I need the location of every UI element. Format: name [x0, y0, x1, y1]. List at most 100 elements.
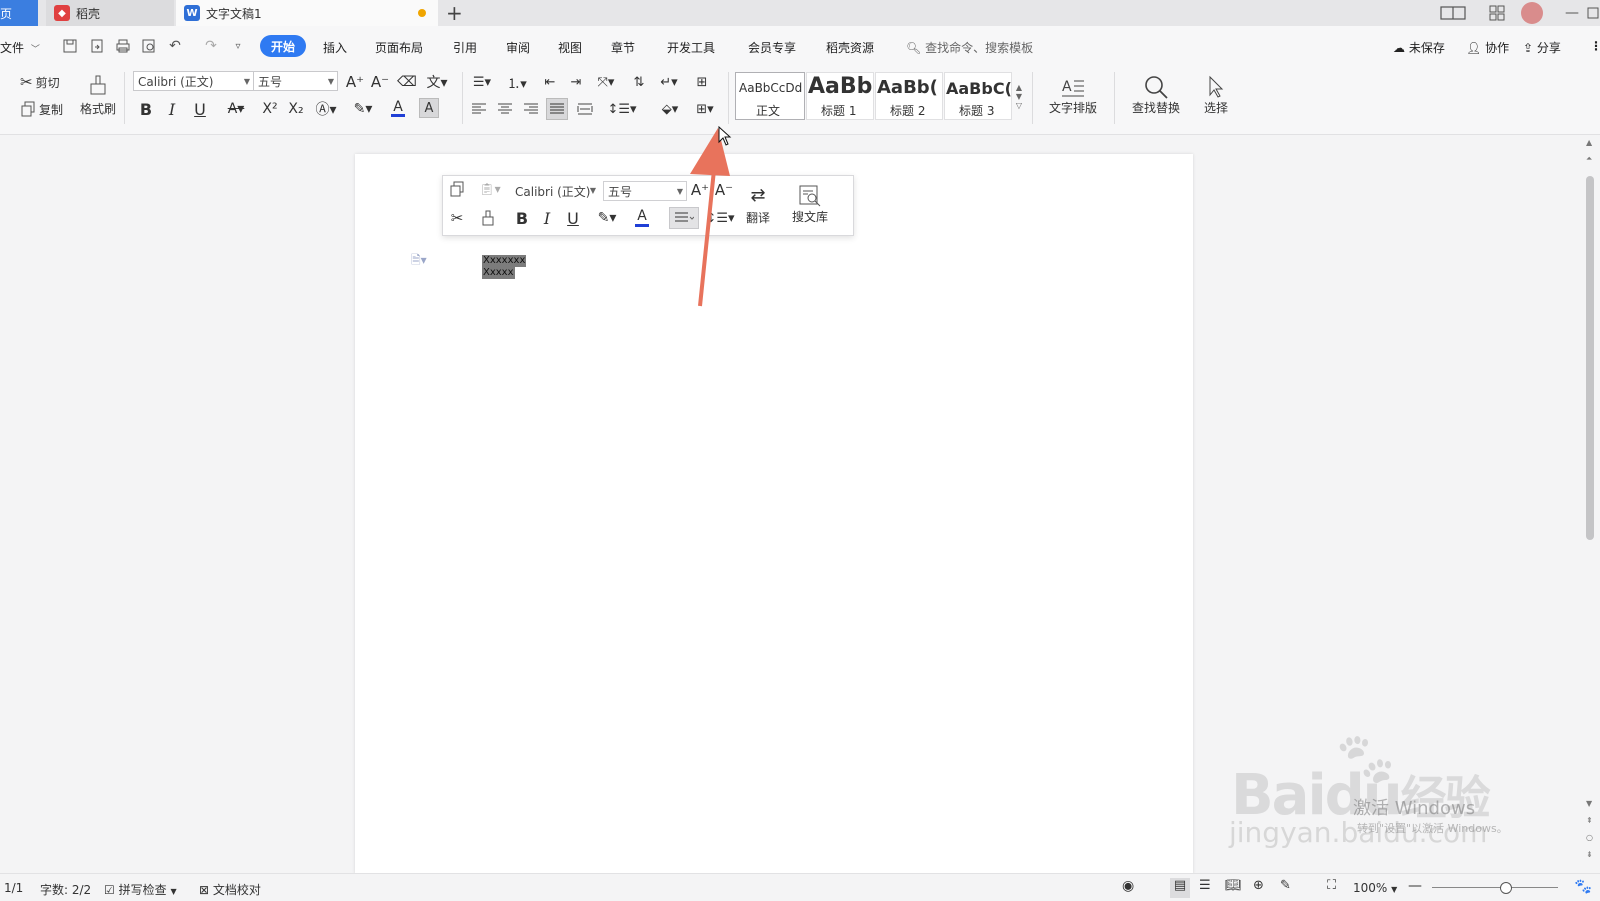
selected-text-line-2[interactable]: Xxxxx	[482, 267, 515, 279]
window-layout-button[interactable]	[1440, 4, 1466, 22]
superscript-button[interactable]: X²	[259, 99, 281, 119]
paste-button[interactable]: 📋︎▾	[475, 179, 505, 199]
tab-insert[interactable]: 插入	[323, 39, 347, 56]
italic-button[interactable]: I	[163, 99, 181, 119]
write-mode-button[interactable]: ✎	[1280, 878, 1291, 893]
cut-button[interactable]: ✂ 剪切	[20, 72, 70, 92]
format-painter-button[interactable]	[478, 207, 498, 229]
page-nav-buttons[interactable]: ▼ ⇞ ○ ⇟	[1586, 795, 1593, 863]
font-color-button[interactable]: A	[384, 97, 412, 119]
page-view-button[interactable]: ▤	[1170, 878, 1190, 898]
reading-view-button[interactable]: 📖︎	[1225, 878, 1242, 893]
bold-button[interactable]: B	[137, 99, 155, 119]
maximize-button[interactable]	[1586, 4, 1600, 22]
text-effect-button[interactable]: Ⓐ▾	[313, 99, 339, 119]
tab-chapter[interactable]: 章节	[611, 39, 635, 56]
floatbar-font-size-select[interactable]: 五号 ▼	[603, 181, 687, 201]
style-heading-1[interactable]: AaBb 标题 1	[806, 72, 874, 120]
text-layout-button[interactable]: A 文字排版	[1041, 70, 1105, 120]
tab-member[interactable]: 会员专享	[748, 39, 796, 56]
floatbar-bold-button[interactable]: B	[513, 207, 531, 229]
clear-format-button[interactable]: ⌫	[397, 72, 417, 92]
new-tab-button[interactable]: +	[446, 1, 463, 25]
doc-proof-button[interactable]: ⊠ 文档校对	[199, 881, 261, 898]
tab-daoke-resources[interactable]: 稻壳资源	[826, 39, 874, 56]
increase-indent-button[interactable]: ⇥	[566, 72, 586, 92]
print-button[interactable]	[114, 37, 132, 55]
minimize-button[interactable]: —	[1562, 4, 1582, 22]
export-pdf-button[interactable]	[88, 37, 106, 55]
scroll-top-icon[interactable]: ⏶	[1586, 154, 1592, 164]
show-marks-button[interactable]: ↵▾	[655, 72, 683, 92]
tab-daoke[interactable]: ◆ 稻壳	[46, 0, 174, 26]
decrease-indent-button[interactable]: ⇤	[540, 72, 560, 92]
scrollbar-thumb[interactable]	[1586, 176, 1594, 540]
zoom-level-select[interactable]: 100% ▼	[1353, 881, 1397, 895]
tab-developer[interactable]: 开发工具	[667, 39, 715, 56]
next-page-icon[interactable]: ⇟	[1586, 846, 1593, 863]
numbering-button[interactable]: ⒈▾	[503, 72, 531, 92]
font-size-select[interactable]: 五号 ▼	[253, 71, 338, 91]
shading-button[interactable]: ⬙▾	[655, 99, 685, 119]
align-center-button[interactable]	[496, 99, 514, 119]
share-button[interactable]: ⇪ 分享	[1523, 39, 1561, 56]
select-button[interactable]: 选择	[1192, 70, 1240, 120]
tabs-ruler-button[interactable]: ⊞	[691, 72, 713, 92]
style-heading-3[interactable]: AaBbC( 标题 3	[944, 72, 1012, 120]
zoom-out-button[interactable]: —	[1408, 878, 1422, 894]
search-library-button[interactable]: 搜文库	[782, 178, 838, 230]
eye-protection-button[interactable]: ◉	[1122, 878, 1134, 894]
zoom-slider-track[interactable]	[1432, 887, 1558, 888]
selected-text-line-1[interactable]: Xxxxxxx	[482, 255, 527, 267]
more-menu-button[interactable]: ⋮	[1590, 39, 1600, 53]
user-avatar[interactable]	[1521, 2, 1543, 24]
floatbar-highlight-button[interactable]: ✎▾	[592, 207, 622, 229]
select-browse-icon[interactable]: ○	[1586, 829, 1593, 846]
floatbar-font-color-button[interactable]: A	[628, 206, 656, 230]
tab-start[interactable]: 开始	[260, 35, 306, 57]
grow-font-button[interactable]: A⁺	[345, 72, 365, 92]
floatbar-font-name-select[interactable]: Calibri (正文) ▼	[511, 181, 599, 201]
align-right-button[interactable]	[522, 99, 540, 119]
floatbar-italic-button[interactable]: I	[538, 207, 556, 229]
outline-view-button[interactable]: ☰	[1199, 878, 1211, 893]
line-spacing-button[interactable]: ↕☰▾	[607, 99, 637, 119]
redo-button[interactable]: ↷	[202, 37, 220, 55]
copy-button[interactable]: 复制	[20, 99, 70, 119]
styles-scroll-button[interactable]: ▲ ▼ ▽	[1013, 72, 1025, 120]
command-search[interactable]: 🔍︎ 查找命令、搜索模板	[906, 39, 1033, 56]
print-preview-button[interactable]	[140, 37, 158, 55]
fit-page-button[interactable]: ⛶	[1327, 878, 1336, 893]
word-count[interactable]: 字数: 2/2	[40, 881, 91, 898]
page-indicator[interactable]: 1/1	[4, 881, 23, 895]
tab-page-layout[interactable]: 页面布局	[375, 39, 423, 56]
save-button[interactable]	[61, 37, 79, 55]
scroll-down-icon[interactable]: ▼	[1586, 795, 1593, 812]
find-replace-button[interactable]: 查找替换	[1123, 70, 1189, 120]
align-left-button[interactable]	[470, 99, 488, 119]
tab-references[interactable]: 引用	[453, 39, 477, 56]
customize-quick-access-button[interactable]: ▿	[229, 37, 247, 55]
style-normal[interactable]: AaBbCcDd 正文	[735, 72, 805, 120]
apps-grid-button[interactable]	[1487, 4, 1507, 22]
scroll-up-icon[interactable]: ▲	[1586, 138, 1592, 147]
bullets-button[interactable]: ☰▾	[468, 72, 496, 92]
highlight-button[interactable]: ✎▾	[348, 99, 378, 119]
tab-review[interactable]: 审阅	[506, 39, 530, 56]
strikethrough-button[interactable]: A▾	[223, 99, 249, 119]
tab-view[interactable]: 视图	[558, 39, 582, 56]
zoom-slider-thumb[interactable]	[1500, 882, 1512, 894]
style-heading-2[interactable]: AaBb( 标题 2	[875, 72, 943, 120]
borders-button[interactable]: ⊞▾	[690, 99, 720, 119]
subscript-button[interactable]: X₂	[285, 99, 307, 119]
collaborate-button[interactable]: 👤︎ 协作	[1466, 39, 1509, 56]
tab-home[interactable]: 页	[0, 0, 38, 26]
underline-button[interactable]: U	[188, 99, 212, 119]
justify-button[interactable]	[546, 98, 568, 120]
distribute-button[interactable]	[575, 99, 595, 119]
web-view-button[interactable]: ⊕	[1253, 878, 1264, 893]
document-page[interactable]	[355, 154, 1193, 874]
phonetic-guide-button[interactable]: 文▾	[423, 72, 451, 92]
spell-check-button[interactable]: ☑ 拼写检查 ▼	[104, 881, 177, 898]
prev-page-icon[interactable]: ⇞	[1586, 812, 1593, 829]
